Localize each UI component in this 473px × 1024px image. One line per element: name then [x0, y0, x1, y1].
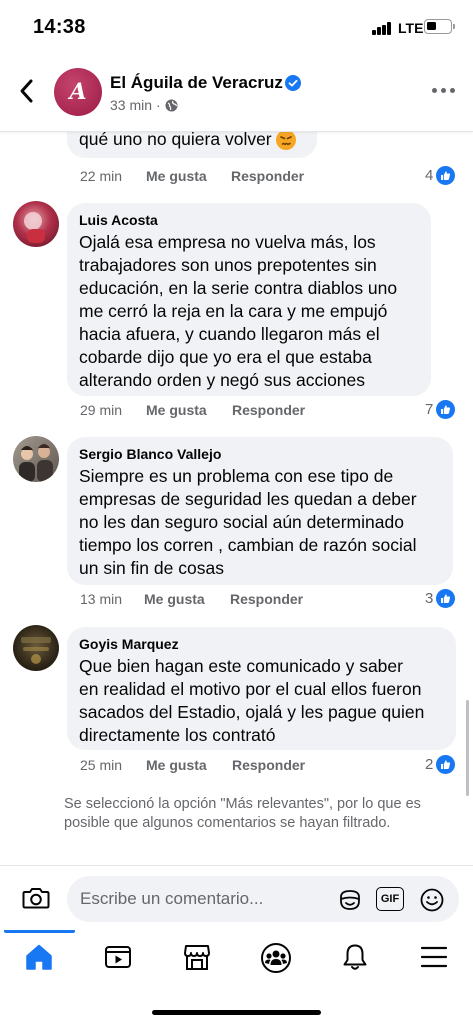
emoji-icon[interactable] — [419, 887, 445, 913]
comment-actions: 22 min Me gusta Responder — [80, 168, 410, 188]
bell-icon — [343, 944, 367, 970]
avatar[interactable] — [13, 436, 59, 482]
nav-groups[interactable] — [246, 942, 306, 973]
page-avatar[interactable]: A — [54, 68, 102, 116]
avatar[interactable] — [13, 201, 59, 247]
like-reaction-icon — [436, 755, 456, 774]
menu-icon — [420, 946, 448, 968]
comment-bubble[interactable]: Luis Acosta Ojalá esa empresa no vuelva … — [67, 203, 431, 396]
reply-button[interactable]: Responder — [232, 402, 305, 418]
comment-time: 22 min — [80, 168, 123, 184]
comment-text: Que bien hagan este comunicado y saber e… — [79, 656, 425, 745]
avatar[interactable] — [13, 625, 59, 671]
signal-icon — [372, 22, 392, 35]
like-button[interactable]: Me gusta — [146, 168, 207, 184]
nav-notifications[interactable] — [325, 942, 385, 972]
comment-time: 13 min — [80, 591, 123, 607]
verified-badge-icon — [285, 75, 301, 91]
network-label: LTE — [398, 20, 424, 36]
nav-marketplace[interactable] — [167, 942, 227, 972]
home-indicator[interactable] — [152, 1010, 321, 1015]
nav-video[interactable] — [88, 942, 148, 972]
groups-icon — [261, 943, 291, 973]
comment-actions: 13 min Me gusta Responder — [80, 591, 410, 611]
comment-text: Siempre es un problema con ese tipo de e… — [79, 466, 417, 578]
page-avatar-letter: A — [69, 79, 87, 105]
active-tab-indicator — [4, 930, 75, 933]
comment-actions: 25 min Me gusta Responder — [80, 757, 410, 777]
avatar-photo — [19, 444, 53, 482]
post-meta: 33 min · — [110, 97, 178, 113]
comment-time: 25 min — [80, 757, 123, 773]
comment-input[interactable]: Escribe un comentario... GIF — [67, 876, 459, 922]
nav-home[interactable] — [9, 942, 69, 972]
reply-button[interactable]: Responder — [232, 757, 305, 773]
filter-notice: Se seleccionó la opción "Más relevantes"… — [64, 796, 421, 831]
battery-icon — [424, 19, 455, 34]
chevron-left-icon — [20, 79, 33, 103]
like-button[interactable]: Me gusta — [146, 402, 207, 418]
avatar-photo — [21, 637, 51, 664]
post-time: 33 min — [110, 97, 153, 113]
home-icon — [26, 944, 52, 970]
sticker-icon[interactable] — [337, 887, 363, 913]
comment-author[interactable]: Goyis Marquez — [79, 635, 444, 653]
more-options-button[interactable] — [432, 88, 458, 96]
comment-author[interactable]: Sergio Blanco Vallejo — [79, 445, 441, 463]
page-name[interactable]: El Águila de Veracruz — [110, 73, 283, 93]
comment-bubble[interactable]: Goyis Marquez Que bien hagan este comuni… — [67, 627, 456, 750]
comment-author[interactable]: Luis Acosta — [79, 211, 419, 229]
reaction-count[interactable]: 3 — [425, 589, 456, 608]
camera-icon[interactable] — [22, 886, 50, 910]
marketplace-icon — [184, 945, 210, 970]
globe-icon — [165, 99, 178, 111]
comment-time: 29 min — [80, 402, 123, 418]
status-time: 14:38 — [33, 16, 86, 38]
avatar-photo — [24, 212, 45, 243]
reaction-count[interactable]: 2 — [425, 755, 456, 774]
post-header: A El Águila de Veracruz 33 min · — [0, 56, 473, 132]
comment-actions: 29 min Me gusta Responder — [80, 402, 410, 422]
like-reaction-icon — [436, 166, 456, 185]
like-button[interactable]: Me gusta — [144, 591, 205, 607]
video-icon — [105, 946, 131, 968]
comment-text: Ojalá esa empresa no vuelva más, los tra… — [79, 232, 398, 390]
comment-bubble[interactable]: Sergio Blanco Vallejo Siempre es un prob… — [67, 437, 453, 585]
like-reaction-icon — [436, 589, 456, 608]
reply-button[interactable]: Responder — [230, 591, 303, 607]
reaction-count[interactable]: 7 — [425, 400, 456, 419]
comment-composer: Escribe un comentario... GIF — [0, 865, 473, 931]
nav-menu[interactable] — [404, 942, 464, 972]
like-button[interactable]: Me gusta — [146, 757, 207, 773]
status-bar: 14:38 LTE — [0, 0, 473, 56]
back-button[interactable] — [14, 76, 40, 106]
like-reaction-icon — [436, 400, 456, 419]
scrollbar[interactable] — [466, 700, 469, 796]
comment-input-placeholder: Escribe un comentario... — [80, 889, 264, 908]
gif-button[interactable]: GIF — [376, 887, 404, 911]
reaction-count[interactable]: 4 — [425, 166, 456, 185]
reply-button[interactable]: Responder — [231, 168, 304, 184]
